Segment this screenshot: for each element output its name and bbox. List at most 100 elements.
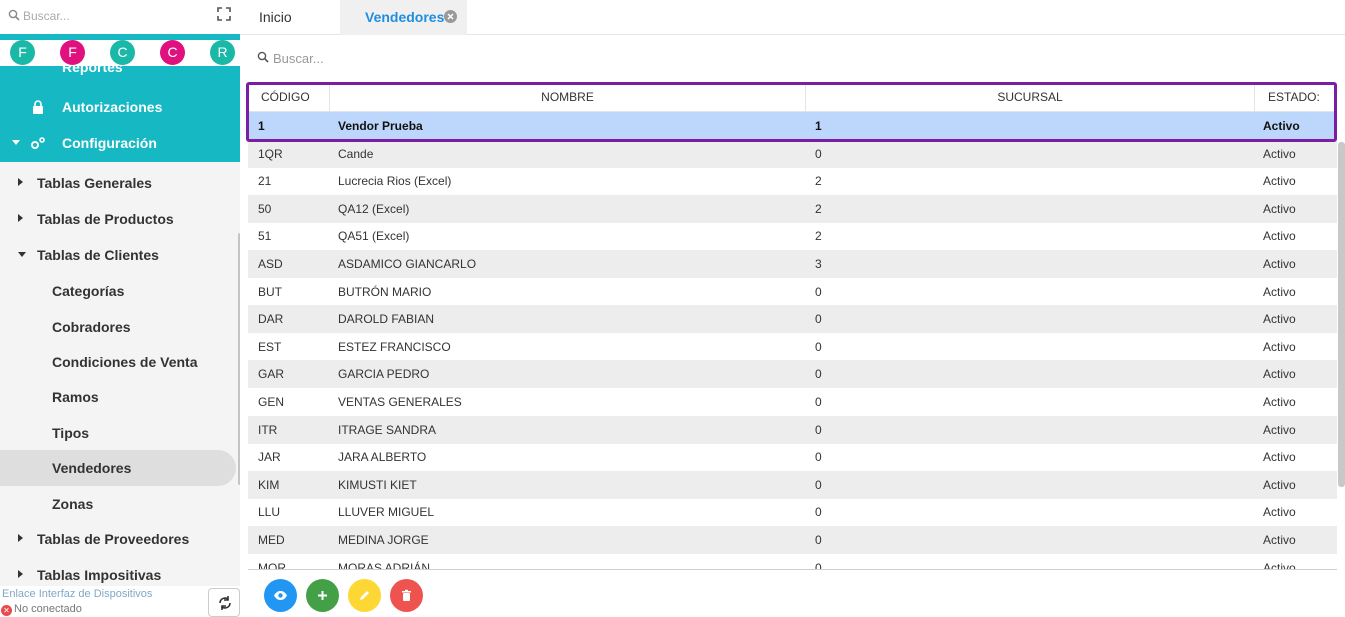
chevron-down-icon (18, 252, 26, 257)
sidebar-item-categorias[interactable]: Categorías (0, 273, 236, 309)
sidebar-item-cobradores[interactable]: Cobradores (0, 309, 236, 345)
close-tab-button[interactable] (444, 10, 457, 23)
table-row[interactable]: 51 QA51 (Excel) 2 Activo (248, 222, 1337, 250)
cell-estado: Activo (1263, 505, 1296, 520)
sidebar-item-label: Autorizaciones (62, 99, 163, 115)
cell-sucursal: 0 (815, 312, 822, 327)
sidebar-item-label: Tablas Impositivas (37, 567, 162, 583)
cell-nombre: ESTEZ FRANCISCO (338, 339, 451, 354)
vendedores-table: CÓDIGO NOMBRE SUCURSAL ESTADO: 1 Vendor P… (248, 83, 1337, 569)
sidebar-item-label: Categorías (52, 283, 125, 299)
sidebar-item-autorizaciones[interactable]: Autorizaciones (0, 89, 240, 125)
cell-codigo: DAR (258, 312, 284, 327)
cell-sucursal: 0 (815, 533, 822, 547)
table-row[interactable]: GAR GARCIA PEDRO 0 Activo (248, 360, 1337, 389)
sidebar-item-tablas-de-proveedores[interactable]: Tablas de Proveedores (0, 521, 236, 557)
cell-codigo: EST (258, 339, 282, 354)
table-row[interactable]: MED MEDINA JORGE 0 Activo (248, 526, 1337, 554)
table-row[interactable]: GEN VENTAS GENERALES 0 Activo (248, 388, 1337, 416)
lock-icon (33, 100, 43, 114)
cell-estado: Activo (1263, 201, 1296, 216)
cell-sucursal: 2 (815, 201, 822, 216)
sidebar-scrollbar[interactable] (238, 233, 240, 485)
cell-estado: Activo (1263, 450, 1296, 465)
column-header-estado[interactable]: ESTADO: (1255, 83, 1337, 112)
avatar[interactable]: F (60, 40, 85, 65)
tab-vendedores[interactable]: Vendedores (340, 0, 467, 35)
cell-sucursal: 0 (815, 284, 822, 299)
cell-nombre: DAROLD FABIAN (338, 312, 435, 327)
cell-sucursal: 0 (815, 450, 822, 465)
sidebar-search-input[interactable]: Buscar... (23, 9, 70, 23)
sidebar-item-label: Tablas de Proveedores (37, 531, 190, 547)
avatar[interactable]: C (110, 40, 135, 65)
fullscreen-icon[interactable] (216, 6, 232, 22)
sidebar-item-tablas-de-productos[interactable]: Tablas de Productos (0, 201, 236, 237)
search-input[interactable]: Buscar... (273, 51, 324, 66)
table-row[interactable]: ITR ITRAGE SANDRA 0 Activo (248, 415, 1337, 444)
avatar[interactable]: C (160, 40, 185, 65)
cell-sucursal: 2 (815, 229, 822, 244)
table-row[interactable]: DAR DAROLD FABIAN 0 Activo (248, 305, 1337, 334)
table-row[interactable]: 1QR Cande 0 Activo (248, 139, 1337, 168)
table-row[interactable]: JAR JARA ALBERTO 0 Activo (248, 443, 1337, 471)
cell-nombre: MORAS ADRIÁN (338, 560, 431, 569)
edit-button[interactable] (348, 579, 381, 612)
device-interface-link[interactable]: Enlace Interfaz de Dispositivos (2, 588, 152, 600)
sidebar-item-label: Tablas Generales (37, 175, 152, 191)
sidebar-item-tablas-generales[interactable]: Tablas Generales (0, 165, 236, 201)
column-header-codigo[interactable]: CÓDIGO (248, 83, 330, 112)
sidebar-item-zonas[interactable]: Zonas (0, 486, 236, 522)
cell-estado: Activo (1263, 395, 1296, 409)
sidebar-item-tablas-de-clientes[interactable]: Tablas de Clientes (0, 237, 236, 273)
tab-bar: Inicio Vendedores (240, 0, 1345, 35)
device-interface-footer: Enlace Interfaz de Dispositivos ✕ No cone… (0, 586, 240, 617)
cell-codigo: 50 (258, 201, 272, 216)
table-row[interactable]: ASD ASDAMICO GIANCARLO 3 Activo (248, 250, 1337, 278)
cell-estado: Activo (1263, 146, 1296, 161)
table-row[interactable]: 21 Lucrecia Rios (Excel) 2 Activo (248, 167, 1337, 195)
column-header-nombre[interactable]: NOMBRE (330, 83, 806, 112)
sidebar-item-tipos[interactable]: Tipos (0, 415, 236, 451)
sidebar-search[interactable]: Buscar... (0, 0, 240, 34)
chevron-right-icon (18, 178, 23, 186)
view-button[interactable] (264, 579, 297, 612)
cell-codigo: KIM (258, 477, 280, 492)
pencil-icon (360, 591, 369, 600)
close-icon (447, 13, 454, 20)
cell-codigo: 1 (258, 119, 265, 133)
table-row[interactable]: 50 QA12 (Excel) 2 Activo (248, 194, 1337, 223)
cell-nombre: MEDINA JORGE (338, 533, 429, 547)
avatar[interactable]: F (10, 40, 35, 65)
cell-sucursal: 0 (815, 367, 822, 382)
table-row[interactable]: LLU LLUVER MIGUEL 0 Activo (248, 498, 1337, 526)
refresh-icon (219, 596, 231, 610)
sidebar-item-label: Condiciones de Venta (52, 354, 198, 370)
sync-button[interactable] (208, 588, 240, 617)
table-row[interactable]: 1 Vendor Prueba 1 Activo (248, 112, 1337, 140)
cell-sucursal: 0 (815, 505, 822, 520)
sidebar-item-vendedores[interactable]: Vendedores (0, 450, 236, 486)
cell-nombre: Vendor Prueba (338, 119, 423, 133)
tab-inicio[interactable]: Inicio (240, 0, 340, 35)
delete-button[interactable] (390, 579, 423, 612)
add-button[interactable] (306, 579, 339, 612)
sidebar-item-ramos[interactable]: Ramos (0, 379, 236, 415)
sidebar-item-configuracion[interactable]: Configuración (0, 125, 240, 161)
table-scrollbar[interactable] (1338, 142, 1345, 487)
cell-estado: Activo (1263, 560, 1296, 569)
cell-sucursal: 3 (815, 257, 822, 271)
table-row[interactable]: MOR MORAS ADRIÁN 0 Activo (248, 554, 1337, 569)
user-avatars: F F C C R (0, 40, 240, 66)
column-header-sucursal[interactable]: SUCURSAL (806, 83, 1255, 112)
table-bottom-border (248, 569, 1337, 570)
avatar[interactable]: R (210, 40, 235, 65)
main-search[interactable]: Buscar... (240, 36, 1345, 80)
table-row[interactable]: KIM KIMUSTI KIET 0 Activo (248, 470, 1337, 499)
sidebar-item-label: Configuración (62, 135, 157, 151)
sidebar-item-condiciones-de-venta[interactable]: Condiciones de Venta (0, 344, 236, 380)
table-row[interactable]: BUT BUTRÓN MARIO 0 Activo (248, 278, 1337, 306)
cell-estado: Activo (1263, 119, 1300, 133)
cell-sucursal: 0 (815, 339, 822, 354)
table-row[interactable]: EST ESTEZ FRANCISCO 0 Activo (248, 333, 1337, 361)
